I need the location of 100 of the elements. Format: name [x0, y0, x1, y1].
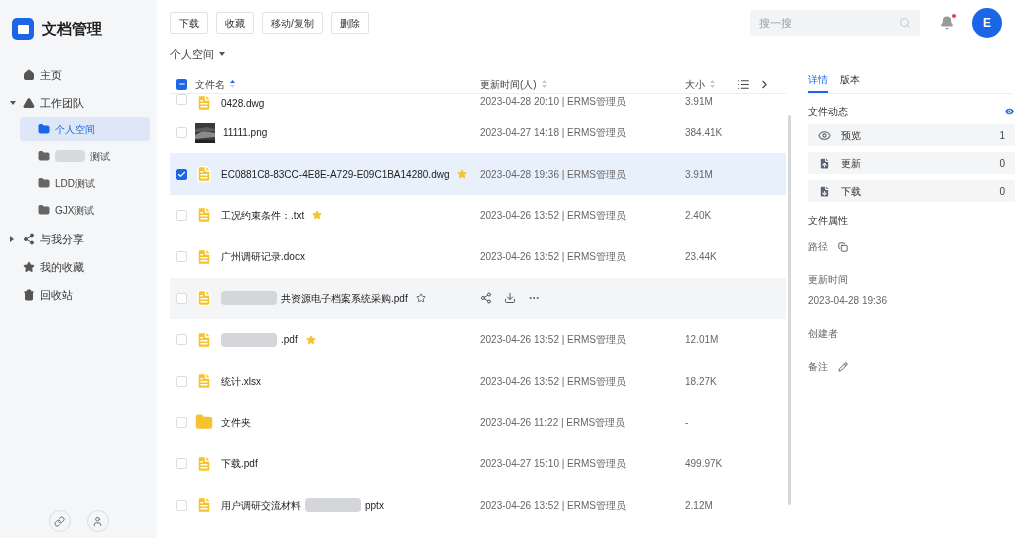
- column-header[interactable]: 大小: [685, 76, 705, 92]
- copy-icon[interactable]: [838, 241, 848, 252]
- collapsed-caret-icon[interactable]: [10, 236, 14, 242]
- dropdown-caret-icon[interactable]: [219, 52, 225, 56]
- sort-icon[interactable]: [230, 80, 235, 88]
- update-time: 2023-04-27 15:10 | ERMS管理员: [480, 457, 627, 472]
- edit-icon[interactable]: [838, 361, 848, 372]
- nav-folder-item[interactable]: LDD测试: [20, 171, 150, 195]
- nav-item[interactable]: 我的收藏: [40, 258, 84, 276]
- book-icon: [12, 18, 34, 40]
- document-icon: [195, 496, 213, 515]
- file-size: 499.97K: [685, 457, 724, 472]
- scrollbar[interactable]: [788, 115, 791, 505]
- property-label: 备注: [808, 360, 828, 374]
- star-outline-icon[interactable]: [415, 293, 426, 304]
- folder-label[interactable]: GJX测试: [55, 202, 95, 218]
- search-field[interactable]: 搜一搜: [750, 10, 920, 36]
- breadcrumb[interactable]: 个人空间: [170, 45, 214, 63]
- document-icon: [195, 372, 213, 391]
- star-icon[interactable]: [305, 334, 316, 345]
- star-icon[interactable]: [457, 169, 468, 180]
- toolbar-button[interactable]: 下载: [170, 12, 208, 34]
- document-icon: [195, 165, 213, 184]
- update-time: 2023-04-26 11:22 | ERMS管理员: [480, 415, 627, 430]
- property-label: 路径: [808, 240, 828, 254]
- eye-icon: [818, 128, 831, 142]
- file-name[interactable]: 用户调研交流材料: [221, 497, 301, 513]
- file-name[interactable]: 广州调研记录.docx: [221, 249, 305, 265]
- file-name[interactable]: 文件夹: [221, 414, 251, 430]
- expanded-caret-icon[interactable]: [10, 101, 16, 105]
- minus-icon: [177, 80, 186, 88]
- update-time: 2023-04-26 13:52 | ERMS管理员: [480, 374, 627, 389]
- toolbar-button[interactable]: 收藏: [216, 12, 254, 34]
- property-label: 创建者: [808, 327, 838, 341]
- document-icon: [195, 289, 213, 308]
- folder-label[interactable]: 测试: [90, 148, 110, 164]
- file-name[interactable]: 0428.dwg: [221, 95, 265, 111]
- file-size: 384.41K: [685, 126, 724, 141]
- star-icon: [23, 261, 35, 273]
- file-name[interactable]: 统计.xlsx: [221, 373, 261, 389]
- file-size: 2.12M: [685, 498, 714, 513]
- activity-count: 0: [999, 184, 1005, 199]
- nav-item[interactable]: 与我分享: [40, 230, 84, 248]
- update-time: 2023-04-28 19:36 | ERMS管理员: [480, 167, 627, 182]
- update-time: 2023-04-28 20:10 | ERMS管理员: [480, 95, 627, 109]
- nav-item[interactable]: 回收站: [40, 286, 73, 304]
- document-icon: [195, 94, 213, 112]
- file-size: 18.27K: [685, 374, 718, 389]
- toolbar-button[interactable]: 移动/复制: [262, 12, 323, 34]
- file-name[interactable]: .pdf: [281, 332, 298, 348]
- star-icon[interactable]: [312, 210, 323, 221]
- document-icon: [195, 330, 213, 349]
- file-size: 12.01M: [685, 333, 720, 348]
- search-icon[interactable]: [899, 17, 911, 29]
- share-icon: [23, 233, 35, 245]
- file-size: 3.91M: [685, 167, 714, 182]
- folder-icon: [38, 123, 50, 135]
- check-icon: [177, 169, 186, 179]
- file-row[interactable]: 共资源电子档案系统采购.pdf: [170, 277, 786, 319]
- eye-icon[interactable]: [1004, 106, 1015, 117]
- file-name[interactable]: pptx: [365, 497, 384, 513]
- list-view-icon[interactable]: [737, 77, 750, 91]
- panel-tab[interactable]: 版本: [840, 72, 860, 93]
- nav-item[interactable]: 主页: [40, 66, 62, 84]
- nav-folder-item[interactable]: GJX测试: [20, 198, 150, 222]
- notification-bell[interactable]: [940, 16, 954, 30]
- file-row[interactable]: EC0881C8-83CC-4E8E-A729-E09C1BA14280.dwg 2023-04-28 19:36 | ERMS管理员 3.91M: [170, 153, 786, 195]
- folder-label[interactable]: LDD测试: [55, 175, 95, 191]
- activity-label: 预览: [841, 128, 862, 143]
- folder-label[interactable]: 个人空间: [55, 121, 95, 137]
- file-size: 3.91M: [685, 95, 714, 109]
- share-icon[interactable]: [480, 292, 492, 305]
- update-time: 2023-04-26 13:52 | ERMS管理员: [480, 333, 627, 348]
- toolbar-button[interactable]: 删除: [330, 12, 369, 34]
- activity-count: 0: [999, 156, 1005, 171]
- download-icon[interactable]: [504, 292, 516, 305]
- file-name[interactable]: EC0881C8-83CC-4E8E-A729-E09C1BA14280.dwg: [221, 166, 450, 182]
- file-size: 2.40K: [685, 208, 713, 223]
- nav-folder-item[interactable]: 测试: [20, 144, 150, 168]
- document-icon: [195, 206, 213, 225]
- update-time: 2023-04-27 14:18 | ERMS管理员: [480, 126, 627, 141]
- file-size: 23.44K: [685, 250, 718, 265]
- update-time: 2023-04-26 13:52 | ERMS管理员: [480, 208, 627, 223]
- column-header[interactable]: 更新时间(人): [480, 76, 537, 92]
- property-value: 2023-04-28 19:36: [808, 294, 888, 308]
- download-file-icon: [818, 184, 831, 198]
- file-name[interactable]: 工况约束条件：.txt: [221, 207, 305, 223]
- file-name[interactable]: 共资源电子档案系统采购.pdf: [281, 290, 408, 306]
- folder-icon: [38, 150, 50, 162]
- file-name[interactable]: 11111.png: [223, 125, 268, 141]
- panel-tab[interactable]: 详情: [808, 72, 828, 93]
- activity-label: 更新: [841, 156, 862, 171]
- file-name[interactable]: 下载.pdf: [221, 456, 258, 472]
- user-avatar[interactable]: E: [972, 8, 1002, 38]
- nav-folder-item[interactable]: 个人空间: [20, 117, 150, 141]
- nav-item[interactable]: 工作团队: [40, 94, 84, 112]
- column-header[interactable]: 文件名: [195, 76, 225, 92]
- upload-file-icon: [818, 156, 831, 170]
- checkbox[interactable]: [176, 168, 187, 180]
- select-all-checkbox[interactable]: [176, 78, 187, 90]
